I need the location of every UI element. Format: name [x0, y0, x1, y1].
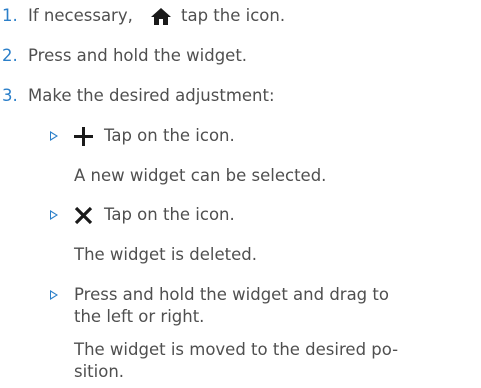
substep-3-result-line1: The widget is moved to the desired po-	[74, 340, 399, 359]
substep-2-text: Tap on the icon.	[104, 205, 235, 224]
step-1-text-after: tap the icon.	[181, 6, 286, 25]
step-2-number: 2.	[2, 46, 18, 65]
home-icon	[151, 8, 171, 25]
substep-3-text-line1: Press and hold the widget and drag to	[74, 285, 389, 304]
plus-icon	[74, 127, 93, 146]
close-icon	[74, 206, 93, 225]
bullet-arrow-icon	[50, 290, 58, 300]
substep-1-text: Tap on the icon.	[104, 126, 235, 145]
substep-3-text-line2: the left or right.	[74, 307, 205, 326]
bullet-arrow-icon	[50, 210, 58, 220]
substep-1-result: A new widget can be selected.	[74, 166, 327, 185]
step-3-number: 3.	[2, 86, 18, 105]
bullet-arrow-icon	[50, 131, 58, 141]
step-3-text: Make the desired adjustment:	[28, 86, 275, 105]
step-1-number: 1.	[2, 6, 18, 25]
substep-2-result: The widget is deleted.	[74, 245, 257, 264]
step-1-text-before: If necessary,	[28, 6, 133, 25]
substep-3-result-line2: sition.	[74, 362, 125, 381]
step-2-text: Press and hold the widget.	[28, 46, 248, 65]
